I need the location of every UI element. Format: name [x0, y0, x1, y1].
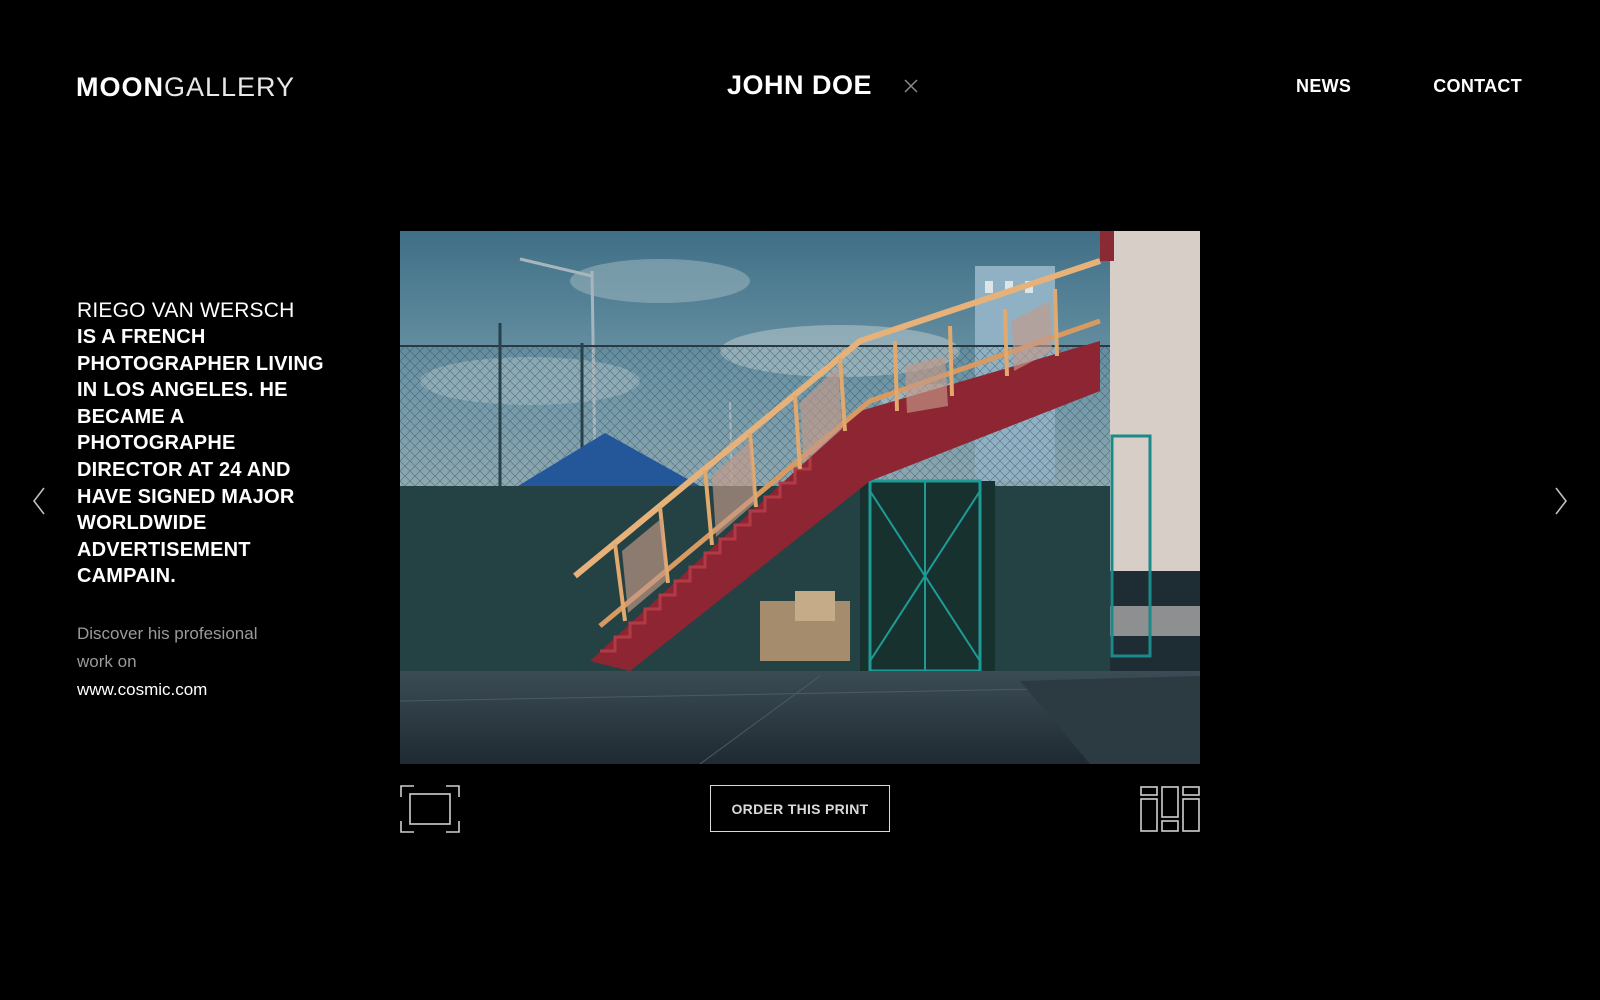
fullscreen-icon[interactable] — [400, 785, 460, 833]
main-nav: NEWS CONTACT — [1296, 76, 1522, 97]
nav-contact[interactable]: CONTACT — [1433, 76, 1522, 97]
artist-description: IS A FRENCH PHOTOGRAPHER LIVING IN LOS A… — [77, 326, 324, 588]
bio-cta-text: Discover his profesional work on — [77, 623, 258, 671]
logo[interactable]: MOONGALLERY — [76, 74, 295, 101]
portfolio-link[interactable]: www.cosmic.com — [77, 676, 327, 704]
artist-bio: RIEGO VAN WERSCH IS A FRENCH PHOTOGRAPHE… — [77, 298, 327, 704]
order-print-button[interactable]: ORDER THIS PRINT — [710, 785, 890, 832]
page-title: JOHN DOE — [727, 70, 873, 100]
featured-photo[interactable] — [400, 231, 1200, 764]
logo-gallery: GALLERY — [164, 72, 296, 102]
artist-name: RIEGO VAN WERSCH — [77, 299, 295, 322]
photo-illustration — [400, 231, 1200, 764]
gallery-page: MOONGALLERY JOHN DOE NEWS CONTACT RIEGO … — [0, 0, 1600, 1000]
close-icon[interactable] — [902, 77, 920, 95]
grid-view-icon[interactable] — [1140, 786, 1200, 832]
title-group: JOHN DOE — [727, 70, 920, 101]
chevron-left-icon[interactable] — [31, 485, 47, 517]
chevron-right-icon[interactable] — [1553, 485, 1569, 517]
logo-moon: MOON — [76, 72, 164, 102]
nav-news[interactable]: NEWS — [1296, 76, 1351, 97]
